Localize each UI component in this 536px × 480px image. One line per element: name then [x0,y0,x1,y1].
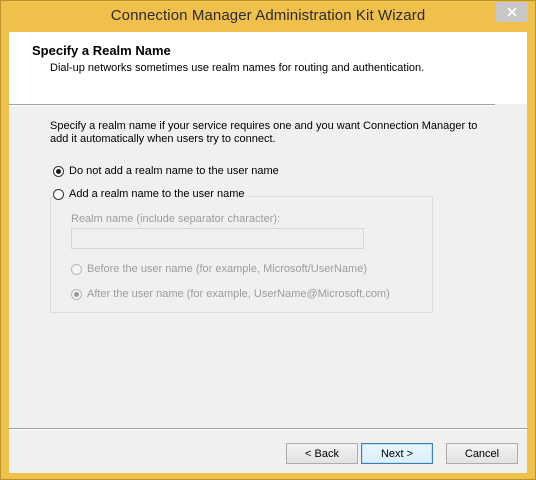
header-divider [9,104,495,106]
realm-name-label: Realm name (include separator character)… [71,213,281,225]
next-button[interactable]: Next > [361,443,433,464]
close-button[interactable] [496,2,528,22]
cancel-button[interactable]: Cancel [446,443,518,464]
wizard-window: Connection Manager Administration Kit Wi… [0,0,536,480]
add-realm-option[interactable]: Add a realm name to the user name [53,188,249,200]
close-icon [507,7,517,17]
wizard-header: Specify a Realm Name Dial-up networks so… [9,32,527,104]
page-subtitle: Dial-up networks sometimes use realm nam… [50,62,425,74]
footer-divider [9,428,527,430]
before-username-radio[interactable] [71,263,82,275]
realm-name-input[interactable] [71,228,364,249]
add-realm-radio[interactable] [53,188,64,200]
after-username-label: After the user name (for example, UserNa… [87,288,390,300]
page-title: Specify a Realm Name [32,43,171,58]
back-button[interactable]: < Back [286,443,358,464]
add-realm-label: Add a realm name to the user name [69,188,245,200]
intro-text: Specify a realm name if your service req… [50,120,478,145]
title-bar[interactable]: Connection Manager Administration Kit Wi… [1,1,535,32]
no-realm-radio[interactable] [53,165,64,177]
no-realm-label: Do not add a realm name to the user name [69,165,279,177]
before-username-option[interactable]: Before the user name (for example, Micro… [71,263,367,275]
window-title: Connection Manager Administration Kit Wi… [110,7,426,24]
after-username-radio[interactable] [71,288,82,300]
no-realm-option[interactable]: Do not add a realm name to the user name [53,165,279,177]
before-username-label: Before the user name (for example, Micro… [87,263,367,275]
after-username-option[interactable]: After the user name (for example, UserNa… [71,288,390,300]
dialog-content: Specify a Realm Name Dial-up networks so… [9,32,527,473]
